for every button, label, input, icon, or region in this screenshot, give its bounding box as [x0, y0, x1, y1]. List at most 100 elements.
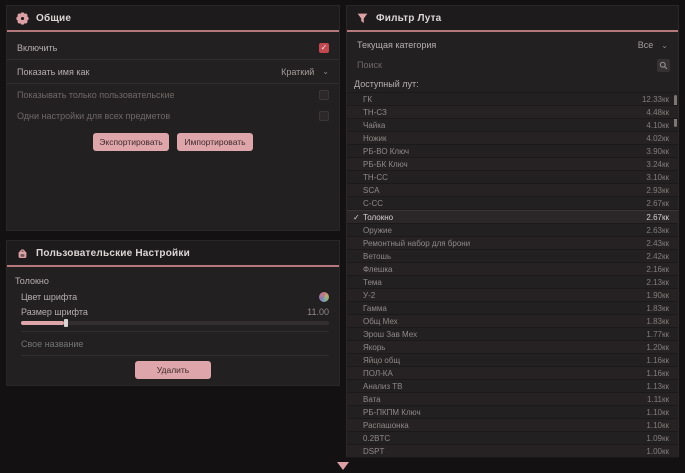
check-icon: ✓ — [353, 239, 363, 248]
loot-item-row[interactable]: ✓ РБ-ПКПМ Ключ 1.10кк — [347, 406, 678, 419]
drag-handle-icon[interactable] — [337, 462, 349, 470]
loot-item-row[interactable]: ✓ РБ-БК Ключ 3.24кк — [347, 158, 678, 171]
loot-item-row[interactable]: ✓ Ремонтный набор для брони 2.43кк — [347, 237, 678, 250]
loot-item-row[interactable]: ✓ У-2 1.90кк — [347, 289, 678, 302]
loot-item-price: 1.90кк — [646, 291, 669, 300]
loot-item-price: 1.16кк — [646, 356, 669, 365]
check-icon: ✓ — [353, 121, 363, 130]
loot-item-price: 1.83кк — [646, 317, 669, 326]
check-icon: ✓ — [353, 408, 363, 417]
color-wheel-icon[interactable] — [319, 292, 329, 302]
delete-button[interactable]: Удалить — [135, 361, 211, 379]
loot-item-row[interactable]: ✓ Ножик 4.02кк — [347, 132, 678, 145]
check-icon: ✓ — [353, 330, 363, 339]
loot-item-price: 12.33кк — [642, 95, 669, 104]
show-name-dropdown[interactable]: Краткий ⌄ — [281, 67, 329, 77]
loot-item-price: 2.67кк — [646, 213, 669, 222]
loot-item-price: 4.48кк — [646, 108, 669, 117]
loot-item-name: Анализ ТВ — [363, 382, 646, 391]
selected-item-label: Толокно — [15, 276, 339, 286]
check-icon: ✓ — [353, 265, 363, 274]
loot-item-name: 0.2BTC — [363, 434, 646, 443]
enable-checkbox[interactable]: ✓ — [319, 43, 329, 53]
loot-item-row[interactable]: ✓ SCA 2.93кк — [347, 184, 678, 197]
check-icon: ✓ — [353, 395, 363, 404]
check-icon: ✓ — [353, 95, 363, 104]
loot-item-row[interactable]: ✓ Гамма 1.83кк — [347, 302, 678, 315]
loot-item-price: 2.42кк — [646, 252, 669, 261]
custom-name-row — [21, 335, 329, 352]
loot-item-name: ТН-СЗ — [363, 108, 646, 117]
loot-item-row[interactable]: ✓ DSPT 1.00кк — [347, 445, 678, 458]
export-button[interactable]: Экспортировать — [93, 133, 169, 151]
check-icon: ✓ — [353, 252, 363, 261]
loot-item-row[interactable]: ✓ ТН-СС 3.10кк — [347, 171, 678, 184]
enable-row: Включить ✓ — [7, 36, 339, 60]
check-icon: ✓ — [353, 213, 363, 222]
loot-item-row[interactable]: ✓ С-СС 2.67кк — [347, 197, 678, 210]
loot-item-name: Якорь — [363, 343, 646, 352]
loot-item-row[interactable]: ✓ ПОЛ-КА 1.16кк — [347, 367, 678, 380]
import-button[interactable]: Импортировать — [177, 133, 253, 151]
loot-item-name: Яйцо общ — [363, 356, 646, 365]
loot-item-row[interactable]: ✓ РБ-ВО Ключ 3.90кк — [347, 145, 678, 158]
loot-item-row[interactable]: ✓ Вата 1.11кк — [347, 393, 678, 406]
check-icon: ✓ — [353, 108, 363, 117]
loot-item-name: РБ-ПКПМ Ключ — [363, 408, 646, 417]
loot-item-row[interactable]: ✓ Распашонка 1.10кк — [347, 419, 678, 432]
loot-item-row[interactable]: ✓ Якорь 1.20кк — [347, 341, 678, 354]
check-icon: ✓ — [353, 317, 363, 326]
chevron-down-icon: ⌄ — [322, 67, 329, 76]
check-icon: ✓ — [353, 304, 363, 313]
font-color-label: Цвет шрифта — [21, 292, 77, 302]
same-settings-label: Одни настройки для всех предметов — [17, 111, 170, 121]
general-panel-title: Общие — [36, 13, 71, 24]
loot-item-row[interactable]: ✓ Ветошь 2.42кк — [347, 250, 678, 263]
slider-thumb[interactable] — [64, 319, 68, 327]
loot-item-price: 2.93кк — [646, 186, 669, 195]
check-icon: ✓ — [353, 199, 363, 208]
font-size-slider[interactable] — [21, 321, 329, 325]
loot-item-row[interactable]: ✓ Толокно 2.67кк — [347, 210, 678, 224]
user-settings-panel: Пользовательские Настройки Толокно Цвет … — [6, 240, 340, 386]
loot-item-row[interactable]: ✓ ТН-СЗ 4.48кк — [347, 106, 678, 119]
search-row — [347, 56, 678, 74]
same-settings-checkbox[interactable] — [319, 111, 329, 121]
search-input[interactable] — [355, 59, 657, 71]
loot-item-name: SCA — [363, 186, 646, 195]
check-icon: ✓ — [353, 291, 363, 300]
loot-item-price: 2.63кк — [646, 226, 669, 235]
category-dropdown[interactable]: Все ⌄ — [638, 40, 668, 50]
funnel-icon — [355, 11, 369, 25]
font-size-label: Размер шрифта — [21, 307, 88, 317]
loot-item-row[interactable]: ✓ 0.2BTC 1.09кк — [347, 432, 678, 445]
custom-name-input[interactable] — [21, 336, 329, 352]
loot-item-row[interactable]: ✓ Тема 2.13кк — [347, 276, 678, 289]
loot-item-row[interactable]: ✓ Оружие 2.63кк — [347, 224, 678, 237]
loot-item-name: Распашонка — [363, 421, 646, 430]
loot-item-price: 1.11кк — [647, 395, 669, 404]
loot-item-price: 1.10кк — [646, 408, 669, 417]
loot-item-row[interactable]: ✓ Общ Мех 1.83кк — [347, 315, 678, 328]
check-icon: ✓ — [353, 447, 363, 456]
loot-item-name: РБ-ВО Ключ — [363, 147, 646, 156]
category-value: Все — [638, 40, 654, 50]
loot-item-row[interactable]: ✓ Флешка 2.16кк — [347, 263, 678, 276]
category-label: Текущая категория — [357, 40, 436, 50]
loot-item-row[interactable]: ✓ Чайка 4.10кк — [347, 119, 678, 132]
loot-item-price: 2.13кк — [646, 278, 669, 287]
only-custom-checkbox[interactable] — [319, 90, 329, 100]
loot-item-price: 4.02кк — [646, 134, 669, 143]
search-button[interactable] — [657, 59, 670, 72]
loot-item-row[interactable]: ✓ Эрош Зав Мех 1.77кк — [347, 328, 678, 341]
loot-item-price: 1.13кк — [646, 382, 669, 391]
loot-item-row[interactable]: ✓ Анализ ТВ 1.13кк — [347, 380, 678, 393]
loot-item-name: Эрош Зав Мех — [363, 330, 646, 339]
font-size-row: Размер шрифта 11.00 — [21, 305, 329, 319]
font-color-row: Цвет шрифта — [21, 288, 329, 305]
check-icon: ✓ — [353, 382, 363, 391]
check-icon: ✓ — [353, 369, 363, 378]
loot-item-row[interactable]: ✓ Яйцо общ 1.16кк — [347, 354, 678, 367]
loot-item-row[interactable]: ✓ ГК 12.33кк — [347, 93, 678, 106]
loot-item-name: С-СС — [363, 199, 646, 208]
